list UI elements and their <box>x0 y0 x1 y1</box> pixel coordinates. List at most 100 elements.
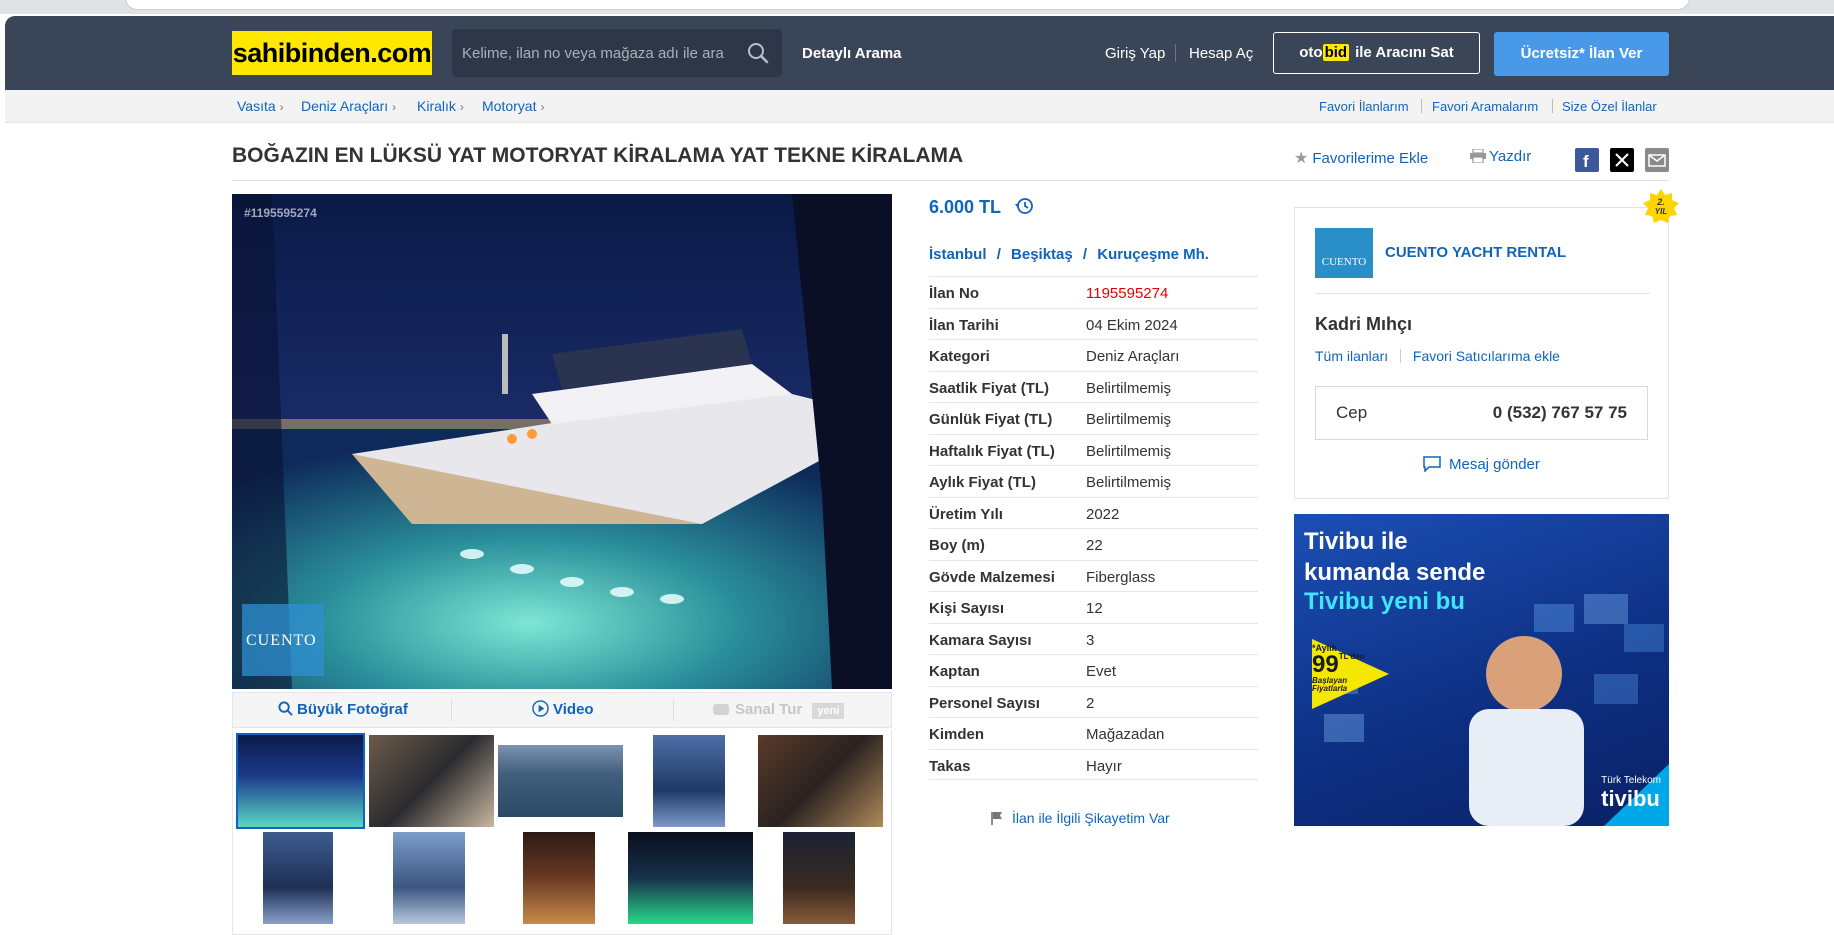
store-logo[interactable]: CUENTO <box>1315 228 1373 278</box>
virtual-tour-button[interactable]: Sanal Tur yeni <box>713 693 845 727</box>
breadcrumb-item[interactable]: Vasıta › <box>237 98 284 114</box>
details-key: Haftalık Fiyat (TL) <box>929 442 1055 460</box>
ad-price-unit: TL'den <box>1338 652 1365 661</box>
ad-brand-name: tivibu <box>1601 786 1660 811</box>
ad-brand-top: Türk Telekom <box>1601 775 1661 786</box>
details-value: Deniz Araçları <box>1086 348 1180 365</box>
ad-headline: Tivibu ile kumanda sende <box>1304 526 1485 588</box>
ad-brand: Türk Telekom tivibu <box>1601 775 1661 812</box>
send-message-button[interactable]: Mesaj gönder <box>1423 456 1540 473</box>
chat-bubble-icon <box>1423 456 1441 473</box>
register-link[interactable]: Hesap Aç <box>1189 45 1253 62</box>
photo-actions-bar: Büyük Fotoğraf Video Sanal Tur yeni <box>232 692 892 728</box>
details-key: Kaptan <box>929 663 980 680</box>
report-listing-link[interactable]: İlan ile İlgili Şikayetim Var <box>990 810 1170 826</box>
divider <box>1400 349 1402 363</box>
details-value: Evet <box>1086 663 1117 680</box>
site-logo[interactable]: sahibinden.com <box>232 31 432 75</box>
otobid-sell-button[interactable]: oto bid ile Aracını Sat <box>1273 32 1480 74</box>
thumbnail[interactable] <box>628 832 753 924</box>
photo-id-label: #1195595274 <box>244 206 317 220</box>
details-value: Fiberglass <box>1086 568 1156 586</box>
ad-price-note-2: Fiyatlarla <box>1312 684 1348 693</box>
search-input[interactable] <box>462 29 732 77</box>
send-message-label: Mesaj gönder <box>1449 456 1540 473</box>
store-name[interactable]: CUENTO YACHT RENTAL <box>1385 244 1566 261</box>
browser-chrome <box>0 0 1834 14</box>
add-favorite-seller-link[interactable]: Favori Satıcılarıma ekle <box>1413 348 1560 364</box>
print-label: Yazdır <box>1489 148 1532 165</box>
thumbnail[interactable] <box>369 735 494 827</box>
x-share-icon[interactable] <box>1610 148 1634 172</box>
thumbnail[interactable] <box>783 832 855 924</box>
divider <box>673 699 674 721</box>
location-separator: / <box>1082 246 1088 263</box>
thumbnail[interactable] <box>263 832 333 924</box>
big-photo-button[interactable]: Büyük Fotoğraf <box>278 693 408 727</box>
breadcrumb-item[interactable]: Kiralık › <box>417 98 464 114</box>
details-value: 2 <box>1086 694 1095 712</box>
email-share-icon[interactable] <box>1645 148 1669 172</box>
thumbnail[interactable] <box>758 735 883 827</box>
favorite-listings-link[interactable]: Favori İlanlarım <box>1319 99 1409 114</box>
divider <box>1552 99 1553 113</box>
add-favorite-button[interactable]: ★ Favorilerime Ekle <box>1294 148 1428 168</box>
details-value: Belirtilmemiş <box>1086 379 1172 397</box>
details-row: İlan No 1195595274 <box>929 276 1258 308</box>
details-row: Saatlik Fiyat (TL) Belirtilmemiş <box>929 370 1258 403</box>
details-key: Boy (m) <box>929 537 985 554</box>
special-listings-link[interactable]: Size Özel İlanlar <box>1562 99 1657 114</box>
post-ad-button[interactable]: Ücretsiz* İlan Ver <box>1494 32 1669 76</box>
tivibu-advertisement[interactable]: Tivibu ile kumanda sende Tivibu yeni bu *… <box>1294 514 1669 826</box>
price-history-icon[interactable] <box>1014 196 1034 216</box>
details-value: 04 Ekim 2024 <box>1086 316 1178 334</box>
phone-box: Cep 0 (532) 767 57 75 <box>1315 386 1648 440</box>
login-link[interactable]: Giriş Yap <box>1105 45 1165 62</box>
location-neighborhood[interactable]: Kuruçeşme Mh. <box>1097 246 1209 263</box>
address-bar[interactable] <box>125 0 1690 10</box>
details-row: Kaptan Evet <box>929 654 1258 686</box>
otobid-oto: oto <box>1299 44 1323 61</box>
details-row: Kategori Deniz Araçları <box>929 339 1258 371</box>
breadcrumb-label: Motoryat <box>482 98 537 114</box>
virtual-tour-label: Sanal Tur <box>735 701 803 718</box>
thumbnail[interactable] <box>498 745 623 817</box>
search-icon[interactable] <box>746 41 770 65</box>
thumbnail[interactable] <box>653 735 725 827</box>
favorite-searches-link[interactable]: Favori Aramalarım <box>1432 99 1538 114</box>
location-district[interactable]: Beşiktaş <box>1011 246 1073 263</box>
detailed-search-link[interactable]: Detaylı Arama <box>802 45 902 62</box>
star-icon: ★ <box>1294 150 1309 167</box>
breadcrumb-item[interactable]: Deniz Araçları › <box>301 98 396 114</box>
phone-number[interactable]: 0 (532) 767 57 75 <box>1493 403 1627 423</box>
details-value: 2022 <box>1086 505 1120 523</box>
details-value: 12 <box>1086 600 1103 617</box>
details-value: 3 <box>1086 631 1095 649</box>
chevron-right-icon: › <box>540 100 545 114</box>
details-row: Personel Sayısı 2 <box>929 685 1258 718</box>
details-key: İlan Tarihi <box>929 316 999 334</box>
thumbnail[interactable] <box>236 733 365 829</box>
svg-text:2.: 2. <box>1656 197 1665 207</box>
location-separator: / <box>996 246 1001 263</box>
thumbnail[interactable] <box>523 832 595 924</box>
details-row: Kişi Sayısı 12 <box>929 591 1258 623</box>
video-label: Video <box>553 701 594 718</box>
report-label: İlan ile İlgili Şikayetim Var <box>1012 810 1170 826</box>
details-key: Saatlik Fiyat (TL) <box>929 379 1050 397</box>
facebook-share-icon[interactable]: f <box>1575 148 1599 172</box>
details-row: Aylık Fiyat (TL) Belirtilmemiş <box>929 465 1258 497</box>
breadcrumb-item[interactable]: Motoryat › <box>482 98 544 114</box>
details-row: İlan Tarihi 04 Ekim 2024 <box>929 307 1258 340</box>
breadcrumb-label: Vasıta <box>237 98 276 114</box>
all-ads-link[interactable]: Tüm ilanları <box>1315 348 1388 364</box>
thumbnail[interactable] <box>393 832 465 924</box>
ad-line-1: Tivibu ile <box>1304 528 1408 555</box>
location-city[interactable]: İstanbul <box>929 246 987 263</box>
seller-card: CUENTO CUENTO YACHT RENTAL Kadri Mıhçı T… <box>1294 207 1669 499</box>
video-button[interactable]: Video <box>532 693 594 727</box>
search-box <box>452 29 782 77</box>
print-button[interactable]: Yazdır <box>1470 148 1531 165</box>
main-photo[interactable]: #1195595274 CUENTO <box>232 194 892 689</box>
details-key: Takas <box>929 757 971 775</box>
